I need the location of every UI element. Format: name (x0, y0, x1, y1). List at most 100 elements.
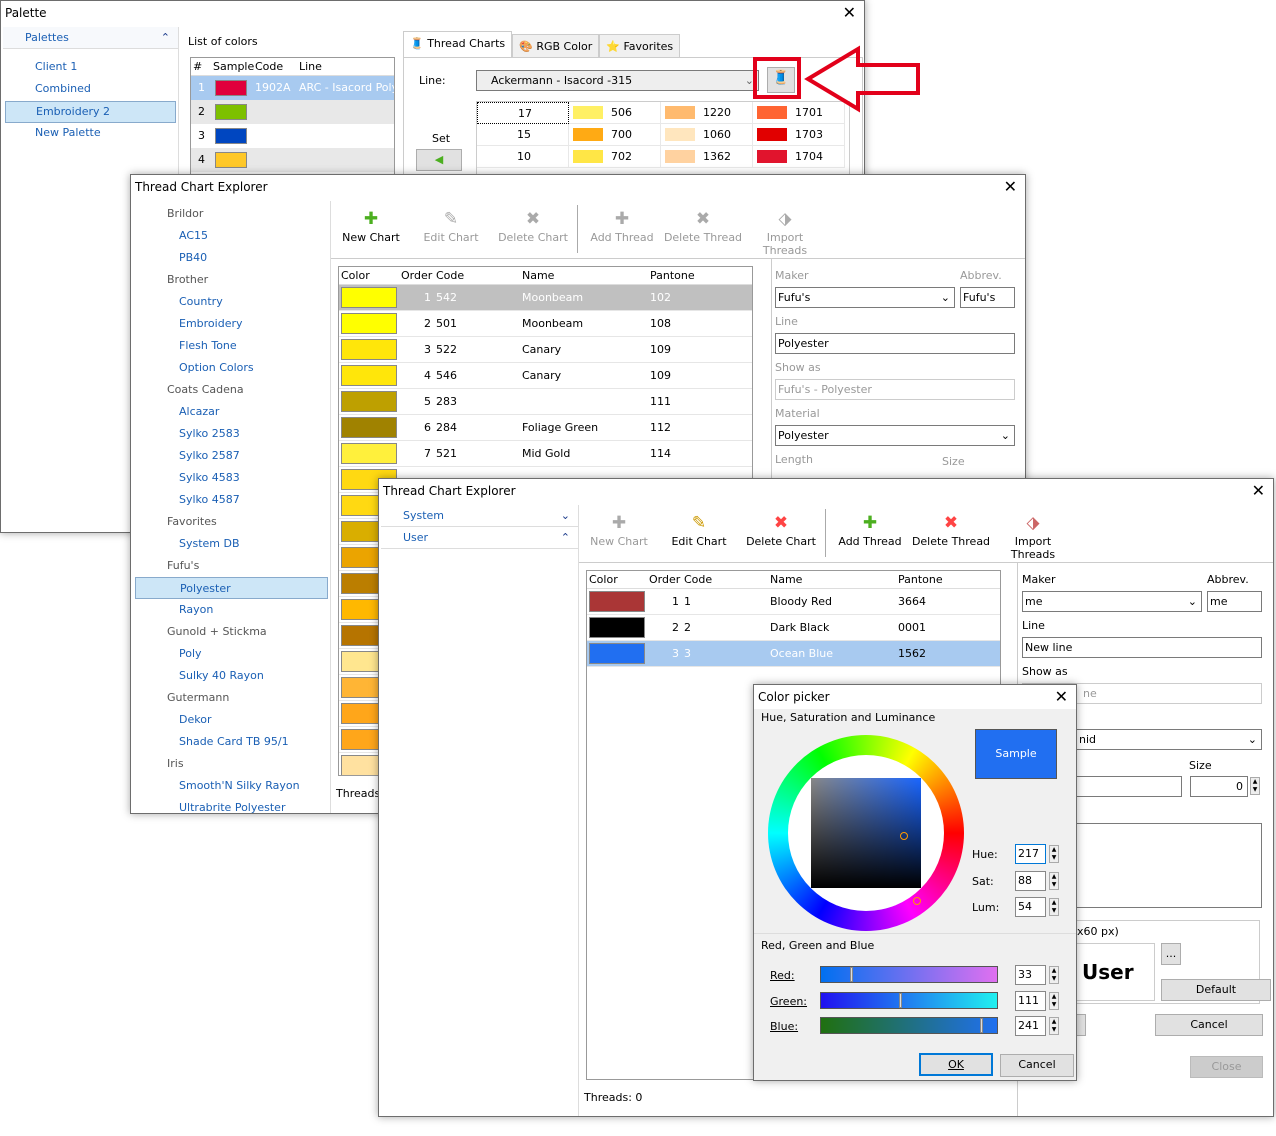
line-input[interactable]: New line (1022, 637, 1262, 658)
palette-item[interactable]: New Palette (5, 123, 176, 145)
column-header[interactable]: Order (649, 571, 680, 589)
size-input[interactable]: 0 (1190, 776, 1248, 797)
table-row[interactable]: 4 546 Canary 109 (339, 363, 752, 389)
sat-input[interactable]: 88 (1015, 871, 1046, 891)
line-select[interactable]: Ackermann - Isacord -315 ⌄ (476, 70, 759, 91)
set-arrow-button[interactable]: ◀ (416, 149, 462, 171)
column-header[interactable]: Name (522, 267, 554, 285)
hue-input[interactable]: 217 (1015, 844, 1046, 864)
table-row[interactable]: 3 (191, 124, 394, 148)
column-header[interactable]: Pantone (650, 267, 695, 285)
tree-item[interactable]: Dekor (135, 709, 328, 731)
line-input[interactable]: Polyester (775, 333, 1015, 354)
tree-item[interactable]: Ultrabrite Polyester (135, 797, 328, 813)
ok-button[interactable]: OK (919, 1053, 993, 1076)
tree-item[interactable]: Poly (135, 643, 328, 665)
tree-group[interactable]: Brildor (135, 203, 328, 225)
thread-cell[interactable]: 1704 (753, 146, 845, 168)
tree-item[interactable]: Sylko 4587 (135, 489, 328, 511)
palette-item[interactable]: Client 1 (5, 57, 176, 79)
color-wheel[interactable] (768, 735, 964, 931)
table-row[interactable]: 7 521 Mid Gold 114 (339, 441, 752, 467)
tree-group[interactable]: Coats Cadena (135, 379, 328, 401)
column-header[interactable]: Pantone (898, 571, 943, 589)
slider-thumb[interactable] (849, 967, 853, 982)
edit-chart-button[interactable]: ✎ Edit Chart (411, 207, 491, 244)
table-row[interactable]: 1 542 Moonbeam 102 (339, 285, 752, 311)
table-row[interactable]: 3 522 Canary 109 (339, 337, 752, 363)
tree-item[interactable]: Alcazar (135, 401, 328, 423)
delete-thread-button[interactable]: ✖ Delete Thread (911, 511, 991, 548)
table-row[interactable]: 3 3 Ocean Blue 1562 (587, 641, 1000, 667)
hue-spinner[interactable]: ▲ ▼ (1049, 845, 1059, 863)
close-icon[interactable]: ✕ (1252, 479, 1265, 503)
sl-marker[interactable] (900, 832, 908, 840)
thread-cell[interactable]: 15 (477, 124, 569, 146)
maker-select[interactable]: Fufu's ⌄ (775, 287, 955, 308)
red-spinner[interactable]: ▲ ▼ (1049, 966, 1059, 984)
table-row[interactable]: 2 (191, 100, 394, 124)
add-thread-button[interactable]: ✚ Add Thread (582, 207, 662, 244)
tree-group[interactable]: Fufu's (135, 555, 328, 577)
material-select[interactable]: Polyester ⌄ (775, 425, 1015, 446)
close-icon[interactable]: ✕ (1055, 685, 1068, 709)
column-header[interactable]: Sample (213, 58, 254, 76)
tree-item[interactable]: Option Colors (135, 357, 328, 379)
thread-cell[interactable]: 702 (569, 146, 661, 168)
tree-group[interactable]: Favorites (135, 511, 328, 533)
column-header[interactable]: Name (770, 571, 802, 589)
tree-item[interactable]: Rayon (135, 599, 328, 621)
close-icon[interactable]: ✕ (843, 1, 856, 25)
thread-cell[interactable]: 1060 (661, 124, 753, 146)
tree-item[interactable]: AC15 (135, 225, 328, 247)
tree-item[interactable]: Smooth'N Silky Rayon (135, 775, 328, 797)
table-row[interactable]: 6 284 Foliage Green 112 (339, 415, 752, 441)
tree-item[interactable]: Embroidery (135, 313, 328, 335)
group-user[interactable]: User ⌃ (381, 527, 578, 549)
cancel-button[interactable]: Cancel (1155, 1014, 1263, 1036)
group-system[interactable]: System ⌄ (381, 505, 578, 527)
tree-group[interactable]: Brother (135, 269, 328, 291)
green-slider[interactable] (820, 992, 998, 1009)
green-input[interactable]: 111 (1015, 991, 1046, 1011)
tab-rgb-color[interactable]: 🎨 RGB Color (512, 34, 600, 58)
maker-select[interactable]: me ⌄ (1022, 591, 1202, 612)
palettes-header[interactable]: Palettes ⌃ (3, 27, 178, 49)
tree-item[interactable]: Polyester (135, 577, 328, 599)
close-icon[interactable]: ✕ (1004, 175, 1017, 199)
lum-input[interactable]: 54 (1015, 897, 1046, 917)
tab-thread-charts[interactable]: 🧵 Thread Charts (403, 31, 513, 58)
table-row[interactable]: 4 (191, 148, 394, 172)
delete-thread-button[interactable]: ✖ Delete Thread (663, 207, 743, 244)
cancel-button[interactable]: Cancel (1000, 1054, 1074, 1077)
palette-item[interactable]: Combined (5, 79, 176, 101)
tree-item[interactable]: Sylko 2587 (135, 445, 328, 467)
thread-cell[interactable]: 1362 (661, 146, 753, 168)
new-chart-button[interactable]: ✚ New Chart (579, 511, 659, 548)
tree-item[interactable]: Sylko 4583 (135, 467, 328, 489)
browse-button[interactable]: ... (1161, 943, 1181, 965)
import-threads-button[interactable]: ⬗ Import Threads (993, 511, 1073, 561)
column-header[interactable]: Code (436, 267, 464, 285)
tree-item[interactable]: Sylko 2583 (135, 423, 328, 445)
blue-input[interactable]: 241 (1015, 1016, 1046, 1036)
abbrev-input[interactable]: me (1207, 591, 1262, 612)
tree-group[interactable]: Gutermann (135, 687, 328, 709)
edit-chart-button[interactable]: ✎ Edit Chart (659, 511, 739, 548)
tree-group[interactable]: Iris (135, 753, 328, 775)
red-slider[interactable] (820, 966, 998, 983)
tree-item[interactable]: System DB (135, 533, 328, 555)
palette-item[interactable]: Embroidery 2 (5, 101, 176, 123)
lum-spinner[interactable]: ▲ ▼ (1049, 898, 1059, 916)
add-thread-button[interactable]: ✚ Add Thread (830, 511, 910, 548)
blue-slider[interactable] (820, 1017, 998, 1034)
new-chart-button[interactable]: ✚ New Chart (331, 207, 411, 244)
size-spinner[interactable]: ▲ ▼ (1250, 777, 1260, 795)
tab-favorites[interactable]: ⭐ Favorites (599, 34, 681, 58)
slider-thumb[interactable] (898, 993, 902, 1008)
delete-chart-button[interactable]: ✖ Delete Chart (493, 207, 573, 244)
column-header[interactable]: Line (299, 58, 322, 76)
green-spinner[interactable]: ▲ ▼ (1049, 992, 1059, 1010)
column-header[interactable]: # (193, 58, 202, 76)
tree-item[interactable]: Country (135, 291, 328, 313)
